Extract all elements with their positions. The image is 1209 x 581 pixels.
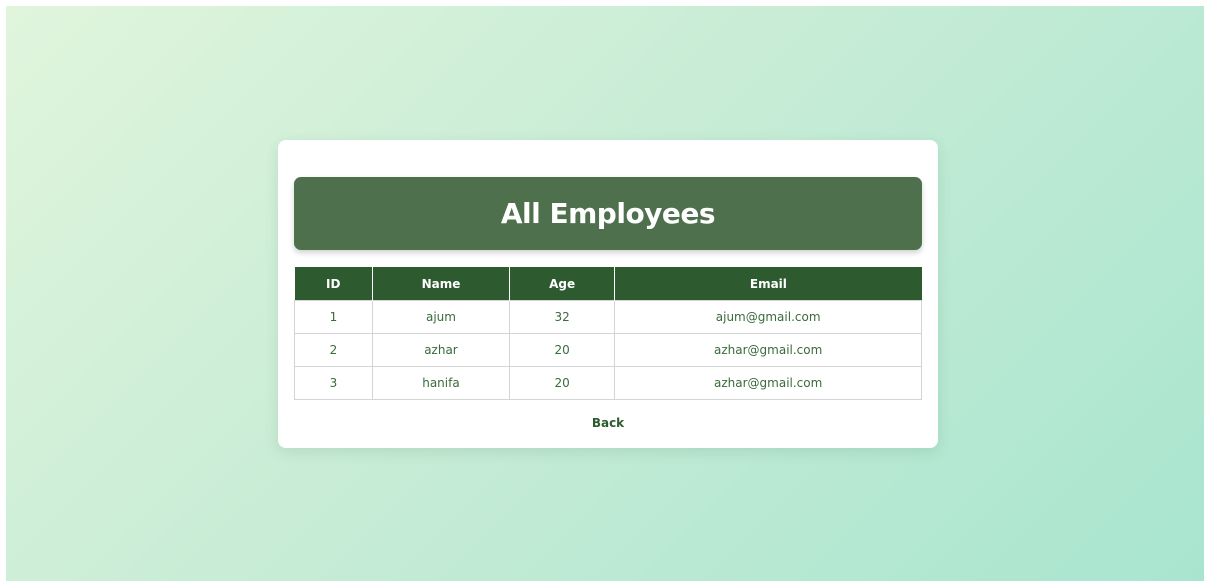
cell-email: ajum@gmail.com (614, 300, 922, 334)
employees-table: ID Name Age Email 1 ajum 32 ajum@gmail.c… (294, 267, 922, 400)
cell-age: 32 (509, 300, 616, 334)
cell-age: 20 (509, 366, 616, 400)
cell-id: 3 (294, 366, 373, 400)
cell-name: azhar (371, 333, 511, 367)
cell-age: 20 (509, 333, 616, 367)
employees-card: All Employees ID Name Age Email 1 ajum 3… (278, 140, 938, 448)
title-banner: All Employees (294, 177, 922, 250)
page-background: All Employees ID Name Age Email 1 ajum 3… (6, 6, 1204, 581)
back-link[interactable]: Back (278, 416, 938, 430)
column-header-email: Email (614, 267, 922, 301)
table-row: 1 ajum 32 ajum@gmail.com (294, 300, 922, 334)
cell-email: azhar@gmail.com (614, 333, 922, 367)
cell-name: ajum (371, 300, 511, 334)
cell-id: 2 (294, 333, 373, 367)
page-title: All Employees (500, 197, 716, 230)
column-header-id: ID (294, 267, 373, 301)
table-header-row: ID Name Age Email (294, 267, 922, 301)
table-row: 3 hanifa 20 azhar@gmail.com (294, 366, 922, 400)
column-header-name: Name (372, 267, 511, 301)
table-row: 2 azhar 20 azhar@gmail.com (294, 333, 922, 367)
column-header-age: Age (509, 267, 616, 301)
cell-email: azhar@gmail.com (614, 366, 922, 400)
cell-name: hanifa (371, 366, 511, 400)
cell-id: 1 (294, 300, 373, 334)
